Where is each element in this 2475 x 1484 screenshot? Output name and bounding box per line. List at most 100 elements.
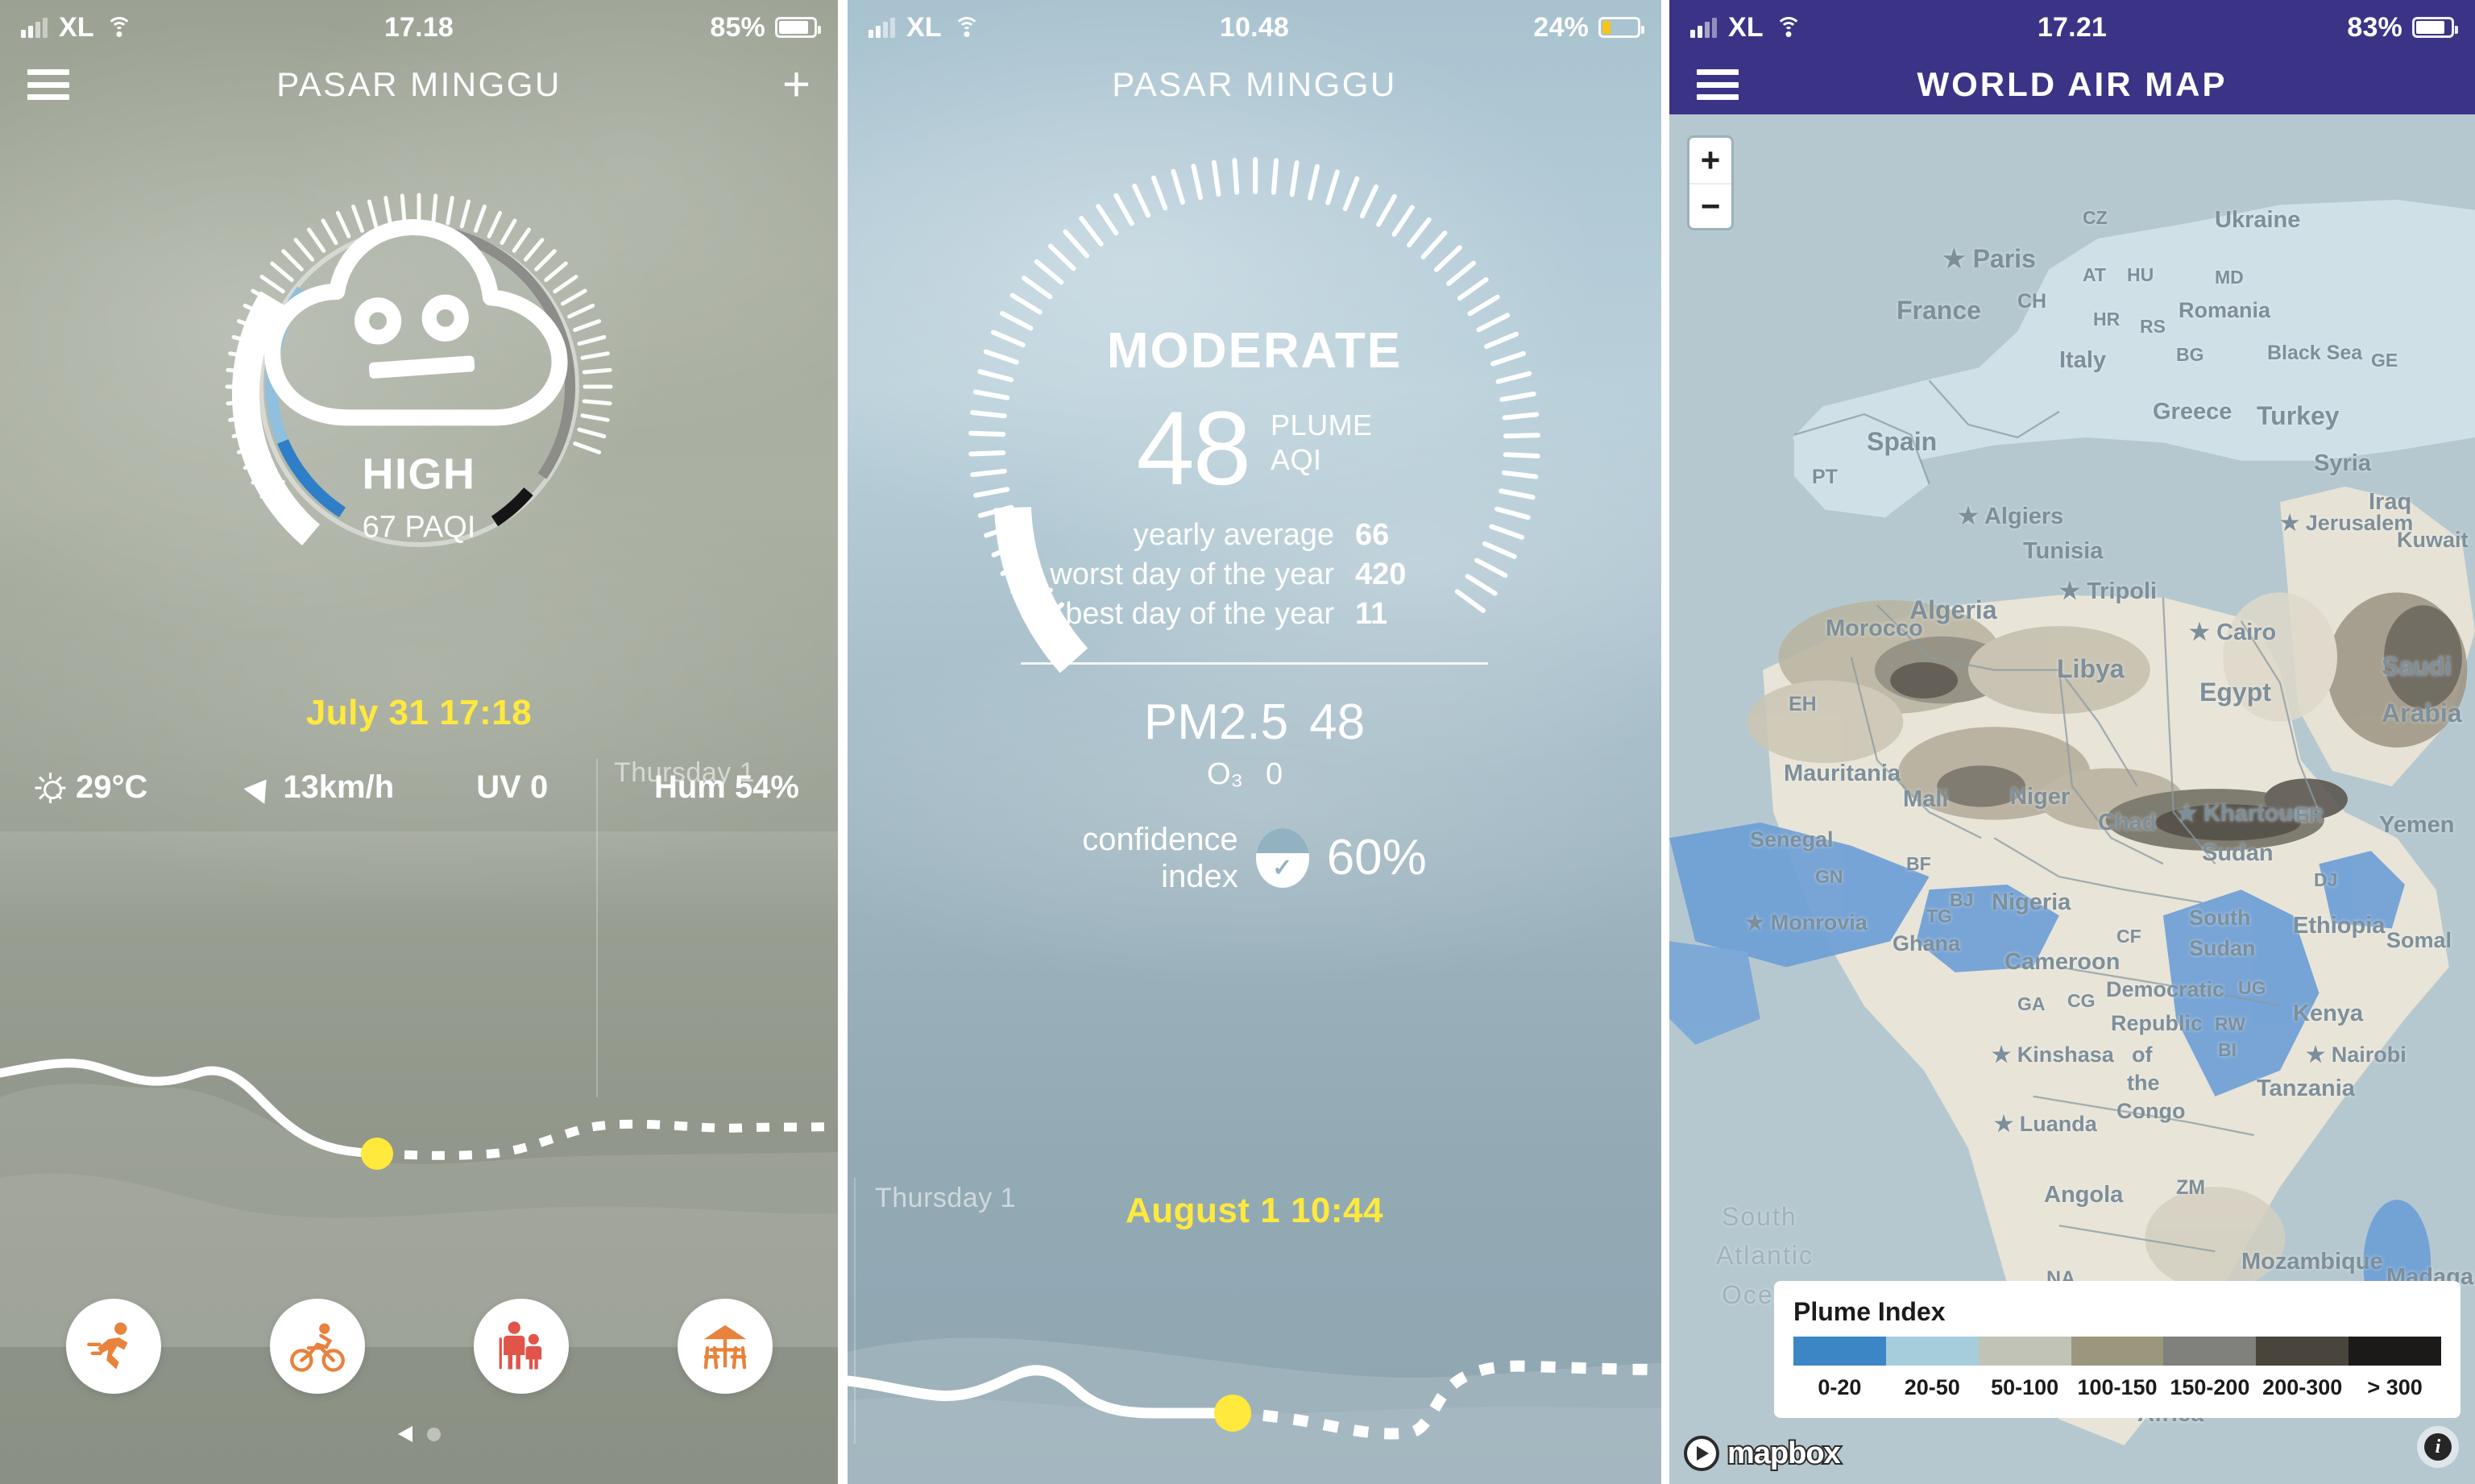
map-label: CH (2017, 290, 2047, 313)
map-info-button[interactable]: i (2417, 1426, 2459, 1468)
map-label: Niger (2010, 784, 2071, 810)
page-title: PASAR MINGGU (276, 65, 562, 103)
battery-percent: 83% (2347, 11, 2402, 43)
carrier-label: XL (59, 11, 94, 43)
map-label: Angola (2044, 1182, 2124, 1208)
trend-forecast-line (376, 1119, 838, 1160)
stat-key: worst day of the year (1050, 557, 1334, 591)
map-label: Libya (2057, 654, 2125, 683)
map-label: CF (2116, 926, 2141, 947)
wifi-icon (106, 17, 133, 38)
aqi-scale-label: PLUME AQI (1271, 408, 1373, 488)
map-label: Morocco (1826, 616, 1923, 641)
legend-swatch (1978, 1337, 2071, 1366)
aqi-trend-chart[interactable]: Thursday 1 (848, 1178, 1661, 1484)
legend-swatch (2349, 1337, 2442, 1366)
map-label: ★ Monrovia (1745, 910, 1868, 935)
map-label: Arabia (2382, 698, 2462, 727)
page-dot-icon (426, 1427, 441, 1441)
map-label: TG (1926, 906, 1952, 926)
map-label: ZM (2176, 1176, 2206, 1199)
paqi-value-label: 67 PAQI (362, 510, 476, 545)
legend-bin-label: 200-300 (2262, 1375, 2343, 1399)
screenshot-stage: XL 17.18 85% PASAR MINGGU + HIGH 67 PAQI… (0, 0, 2475, 1484)
zoom-out-button[interactable]: − (1689, 183, 1731, 228)
map-label: of (2132, 1043, 2153, 1067)
current-value-marker (361, 1138, 393, 1170)
o3-key: O₃ (1206, 757, 1243, 791)
metric-wind: 13km/h (226, 769, 417, 806)
map-label: DJ (2314, 869, 2338, 890)
legend-labels: 0-20 20-50 50-100 100-150 150-200 200-300 > 30… (1793, 1375, 2441, 1400)
legend-swatch (2256, 1337, 2349, 1366)
map-label: Congo (2116, 1099, 2186, 1123)
aqi-value: 48 (1136, 389, 1251, 507)
mapbox-attribution[interactable]: mapbox (1684, 1435, 1843, 1472)
map-city-star-icon: ★ (2059, 578, 2087, 604)
map-zoom-control[interactable]: + − (1687, 135, 1734, 230)
hamburger-menu-icon[interactable] (1697, 69, 1739, 100)
map-label: ER (2295, 804, 2324, 827)
paqi-gauge: HIGH 67 PAQI (169, 137, 669, 636)
running-activity-button[interactable] (65, 1299, 161, 1394)
confidence-label: confidence index (1082, 821, 1238, 895)
map-viewport[interactable]: + − ★ Paris France CH AT CZ HU HR RS MD Romania Uk… (1669, 114, 2475, 1484)
zoom-in-button[interactable]: + (1689, 138, 1731, 183)
map-label: GN (1815, 866, 1843, 887)
map-label: Democratic (2106, 977, 2225, 1001)
paqi-level-label: HIGH (362, 450, 476, 499)
aqi-scale-line1: PLUME (1271, 408, 1373, 442)
map-city-star-icon: ★ (2176, 801, 2204, 827)
wind-arrow-icon (243, 771, 277, 804)
nav-bar: WORLD AIR MAP (1669, 55, 2475, 114)
status-right: 83% (2347, 11, 2458, 44)
map-label: ★ Kinshasa (1992, 1043, 2114, 1067)
map-label: ★ Tripoli (2059, 578, 2158, 604)
map-label: BG (2176, 344, 2204, 365)
map-label: GA (2017, 993, 2046, 1014)
panel-world-air-map: XL 17.21 83% WORLD AIR MAP + − ★ Paris F… (1669, 0, 2475, 1484)
running-person-icon (86, 1322, 127, 1370)
hamburger-menu-icon[interactable] (27, 69, 69, 100)
pm25-value: 48 (1309, 694, 1366, 750)
stat-value: 66 (1355, 517, 1390, 552)
map-ocean-label: South (1722, 1202, 1797, 1231)
map-label: Republic (2111, 1011, 2203, 1035)
sun-icon (34, 772, 66, 804)
metric-wind-label: 13km/h (283, 769, 395, 805)
map-label: Nigeria (1992, 889, 2071, 915)
list-item: worst day of the year 420 (848, 558, 1661, 592)
mapbox-wordmark: mapbox (1726, 1435, 1843, 1472)
paqi-trend-chart[interactable]: Thursday 1 (0, 757, 838, 1347)
family-activity-button[interactable] (473, 1299, 569, 1394)
add-location-button[interactable]: + (782, 60, 810, 109)
legend-swatch (1885, 1337, 1979, 1366)
page-title: WORLD AIR MAP (1917, 65, 2228, 103)
confidence-value: 60% (1326, 830, 1427, 885)
signal-bars-icon (1690, 17, 1717, 38)
confidence-dial-icon: ✓ (1255, 827, 1309, 888)
activity-buttons-row (0, 1299, 838, 1394)
outdoor-dining-activity-button[interactable] (677, 1299, 773, 1394)
panel-detail-aqi: XL 10.48 24% PASAR MINGGU MODERATE 48 PL… (848, 0, 1661, 1484)
map-city-star-icon: ★ (1745, 910, 1771, 935)
page-indicator[interactable] (0, 1426, 838, 1442)
pollutant-pm25-row: PM2.5 48 (848, 694, 1661, 751)
status-right: 85% (710, 12, 821, 44)
map-label: Ukraine (2215, 207, 2301, 233)
aqi-level-label: MODERATE (1106, 323, 1403, 379)
map-label: Kuwait (2397, 528, 2469, 552)
aqi-stats-list: yearly average 66 worst day of the year … (848, 518, 1661, 632)
mapbox-logo-icon (1684, 1436, 1719, 1471)
map-label: ★ Khartoum (2176, 801, 2315, 827)
battery-icon (775, 17, 821, 38)
legend-swatch (1793, 1337, 1886, 1366)
legend-bin-label: 150-200 (2170, 1375, 2250, 1399)
current-value-marker (1214, 1395, 1251, 1432)
aqi-value-row: 48 PLUME AQI (848, 389, 1661, 507)
cycling-activity-button[interactable] (269, 1299, 365, 1394)
map-city-star-icon: ★ (2306, 1043, 2332, 1067)
metric-temperature: 29°C (19, 769, 226, 806)
nav-bar: PASAR MINGGU + (0, 55, 838, 114)
confidence-dial-check: ✓ (1272, 855, 1293, 882)
